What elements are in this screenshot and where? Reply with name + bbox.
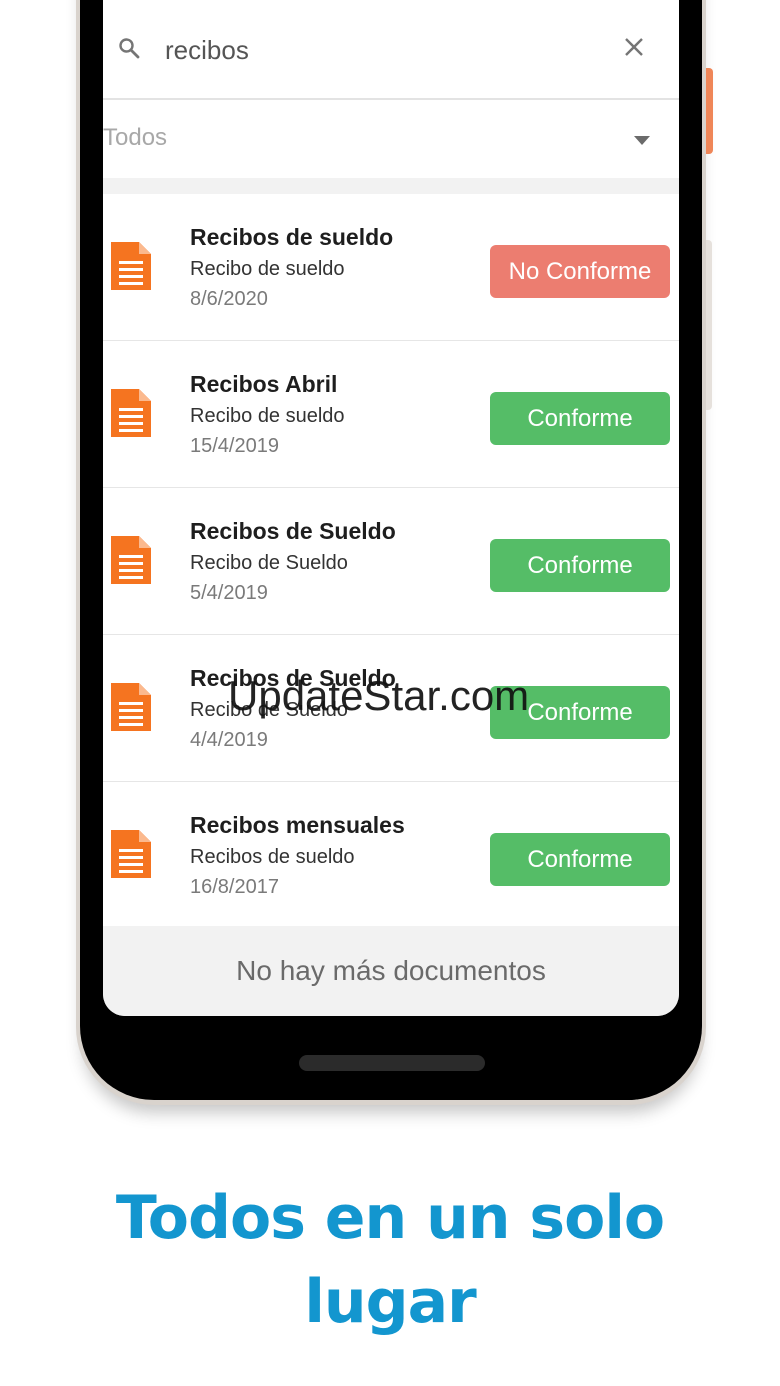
promo-tagline: Todos en un solo lugar [0, 1176, 780, 1344]
document-row[interactable]: Recibos Abril Recibo de sueldo 15/4/2019… [103, 341, 679, 488]
document-date: 5/4/2019 [190, 582, 268, 604]
close-icon[interactable] [623, 36, 645, 58]
phone-power-button [706, 68, 713, 154]
status-button-conforme[interactable]: Conforme [490, 539, 670, 592]
app-screen: Todos Recibos de sueldo Recibo de sueldo… [103, 0, 679, 1016]
document-subtitle: Recibo de Sueldo [190, 552, 348, 574]
watermark-text: UpdateStar.com [228, 672, 530, 719]
status-button-no-conforme[interactable]: No Conforme [490, 245, 670, 298]
tagline-line-2: lugar [304, 1267, 476, 1337]
search-input[interactable] [165, 30, 585, 70]
document-title: Recibos de sueldo [190, 224, 394, 250]
filter-dropdown[interactable]: Todos [103, 100, 679, 178]
document-date: 4/4/2019 [190, 729, 268, 751]
document-title: Recibos de Sueldo [190, 518, 396, 544]
search-icon [119, 38, 140, 59]
filter-selected-value: Todos [103, 124, 168, 151]
document-row[interactable]: Recibos de Sueldo Recibo de Sueldo 5/4/2… [103, 488, 679, 635]
document-date: 15/4/2019 [190, 435, 279, 457]
document-subtitle: Recibo de sueldo [190, 405, 345, 427]
document-icon [111, 683, 151, 731]
document-row[interactable]: Recibos mensuales Recibos de sueldo 16/8… [103, 782, 679, 929]
document-subtitle: Recibo de sueldo [190, 258, 345, 280]
status-button-conforme[interactable]: Conforme [490, 392, 670, 445]
document-icon [111, 536, 151, 584]
document-title: Recibos mensuales [190, 812, 405, 838]
document-date: 16/8/2017 [190, 876, 279, 898]
dropdown-arrow-icon [634, 136, 650, 145]
tagline-line-1: Todos en un solo [115, 1183, 665, 1253]
phone-home-bar [299, 1055, 485, 1071]
document-date: 8/6/2020 [190, 288, 268, 310]
document-icon [111, 389, 151, 437]
status-button-conforme[interactable]: Conforme [490, 833, 670, 886]
document-row[interactable]: Recibos de sueldo Recibo de sueldo 8/6/2… [103, 194, 679, 341]
end-of-list-message: No hay más documentos [103, 926, 679, 1016]
document-icon [111, 830, 151, 878]
search-bar [103, 0, 679, 100]
document-icon [111, 242, 151, 290]
document-list: Recibos de sueldo Recibo de sueldo 8/6/2… [103, 194, 679, 929]
document-subtitle: Recibos de sueldo [190, 846, 355, 868]
document-title: Recibos Abril [190, 371, 338, 397]
phone-volume-button [706, 240, 712, 410]
